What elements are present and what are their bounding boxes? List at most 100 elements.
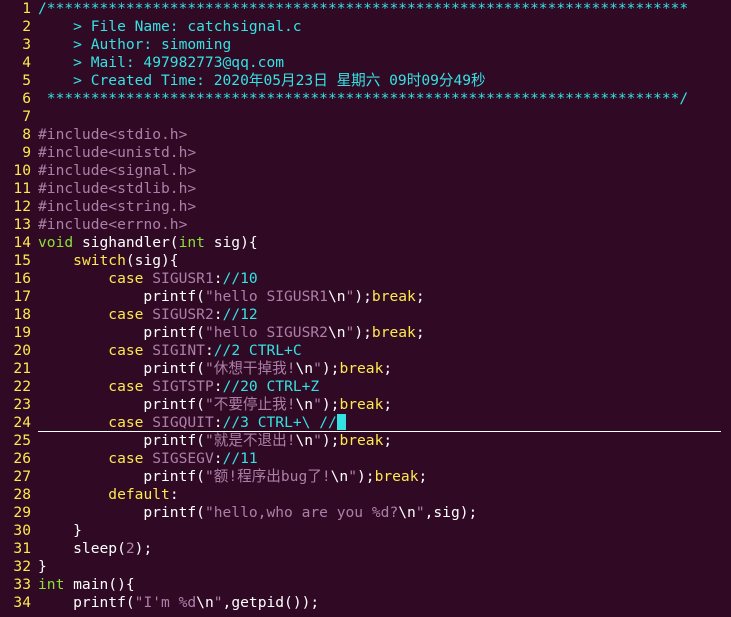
line-number: 15	[13, 252, 31, 269]
code-text[interactable]: printf("休想干掉我!\n");break;	[38, 360, 392, 378]
code-text[interactable]: > Mail: 497982773@qq.com	[38, 54, 284, 72]
token-normal: printf(	[38, 288, 205, 305]
token-statement: case	[108, 414, 144, 431]
code-line[interactable]: 31 sleep(2);	[0, 540, 731, 558]
code-line[interactable]: 29 printf("hello,who are you %d?\n",sig)…	[0, 504, 731, 522]
code-text[interactable]: void sighandler(int sig){	[38, 234, 258, 252]
code-line[interactable]: 2 > File Name: catchsignal.c	[0, 18, 731, 36]
code-line[interactable]: 3 > Author: simoming	[0, 36, 731, 54]
code-line[interactable]: 5 > Created Time: 2020年05月23日 星期六 09时09分…	[0, 72, 731, 90]
code-text[interactable]: printf("hello SIGUSR2\n");break;	[38, 324, 424, 342]
code-line[interactable]: 27 printf("额!程序出bug了!\n");break;	[0, 468, 731, 486]
code-line[interactable]: 16 case SIGUSR1://10	[0, 270, 731, 288]
line-number: 3	[22, 36, 31, 53]
line-number: 22	[13, 378, 31, 395]
code-line[interactable]: 12 #include<string.h>	[0, 198, 731, 216]
code-line[interactable]: 11 #include<stdlib.h>	[0, 180, 731, 198]
code-line[interactable]: 20 case SIGINT://2 CTRL+C	[0, 342, 731, 360]
code-line[interactable]: 34 printf("I'm %d\n",getpid());	[0, 594, 731, 612]
token-string: "额!程序出bug了!	[204, 468, 331, 485]
code-line[interactable]: 7	[0, 108, 731, 126]
code-line[interactable]: 24 case SIGQUIT://3 CTRL+\ //	[0, 414, 731, 432]
code-text[interactable]: printf("额!程序出bug了!\n");break;	[38, 468, 427, 486]
line-number: 5	[22, 72, 31, 89]
token-string: "不要停止我!	[204, 396, 296, 413]
code-line[interactable]: 19 printf("hello SIGUSR2\n");break;	[0, 324, 731, 342]
line-number: 11	[13, 180, 31, 197]
code-text[interactable]: default:	[38, 486, 179, 504]
code-text[interactable]: printf("hello,who are you %d?\n",sig);	[38, 504, 477, 522]
code-line[interactable]: 14 void sighandler(int sig){	[0, 234, 731, 252]
code-line[interactable]: 22 case SIGTSTP://20 CTRL+Z	[0, 378, 731, 396]
code-text[interactable]: case SIGSEGV://11	[38, 450, 257, 468]
code-line[interactable]: 1 /**************************************…	[0, 0, 731, 18]
code-text[interactable]: #include<string.h>	[38, 198, 196, 216]
code-line[interactable]: 21 printf("休想干掉我!\n");break;	[0, 360, 731, 378]
code-text[interactable]: case SIGUSR2://12	[38, 306, 257, 324]
token-string: <signal.h>	[108, 162, 197, 179]
code-text[interactable]: > Created Time: 2020年05月23日 星期六 09时09分49…	[38, 72, 486, 90]
code-line[interactable]: 32}	[0, 558, 731, 576]
code-line[interactable]: 28 default:	[0, 486, 731, 504]
code-text[interactable]: case SIGTSTP://20 CTRL+Z	[38, 378, 319, 396]
token-string: "	[345, 288, 355, 305]
code-text[interactable]: printf("I'm %d\n",getpid());	[38, 594, 319, 612]
code-text[interactable]: printf("hello SIGUSR1\n");break;	[38, 288, 424, 306]
line-number: 34	[13, 594, 31, 611]
code-text[interactable]: > Author: simoming	[38, 36, 231, 54]
code-text[interactable]: printf("不要停止我!\n");break;	[38, 396, 392, 414]
code-text[interactable]: > File Name: catchsignal.c	[38, 18, 301, 36]
token-string: "hello SIGUSR2	[204, 324, 328, 341]
token-normal: :	[169, 486, 179, 503]
code-line[interactable]: 18 case SIGUSR2://12	[0, 306, 731, 324]
token-normal: );	[354, 288, 372, 305]
code-line[interactable]: 25 printf("就是不退出!\n");break;	[0, 432, 731, 450]
token-normal: \n	[196, 594, 214, 611]
code-text[interactable]: ****************************************…	[38, 90, 688, 108]
code-text[interactable]: int main(){	[38, 576, 135, 594]
token-string: "	[345, 324, 355, 341]
code-line[interactable]: 6 **************************************…	[0, 90, 731, 108]
line-number: 10	[13, 162, 31, 179]
code-line[interactable]: 15 switch(sig){	[0, 252, 731, 270]
token-normal: :	[204, 342, 214, 359]
code-text[interactable]: }	[38, 558, 47, 576]
code-line[interactable]: 26 case SIGSEGV://11	[0, 450, 731, 468]
code-line[interactable]: 33 int main(){	[0, 576, 731, 594]
line-number: 4	[22, 54, 31, 71]
code-text[interactable]: case SIGINT://2 CTRL+C	[38, 342, 301, 360]
code-text[interactable]: }	[38, 522, 82, 540]
token-normal: \n	[327, 288, 346, 305]
token-normal	[38, 486, 108, 503]
code-line[interactable]: 17 printf("hello SIGUSR1\n");break;	[0, 288, 731, 306]
line-number: 29	[13, 504, 31, 521]
token-string: "休想干掉我!	[204, 360, 296, 377]
code-line[interactable]: 13 #include<errno.h>	[0, 216, 731, 234]
token-normal	[38, 342, 108, 359]
vim-editor[interactable]: 1 /**************************************…	[0, 0, 731, 617]
token-statement: break	[339, 432, 384, 449]
token-constant: SIGTSTP	[152, 378, 214, 395]
code-text[interactable]: switch(sig){	[38, 252, 178, 270]
code-line[interactable]: 23 printf("不要停止我!\n");break;	[0, 396, 731, 414]
code-text[interactable]: sleep(2);	[38, 540, 152, 558]
token-string: "hello,who are you %d?	[204, 504, 399, 521]
code-text[interactable]: case SIGUSR1://10	[38, 270, 257, 288]
code-text[interactable]: #include<unistd.h>	[38, 144, 196, 162]
token-constant: SIGUSR1	[152, 270, 214, 287]
code-text[interactable]: /***************************************…	[38, 0, 688, 18]
code-text[interactable]: #include<errno.h>	[38, 216, 187, 234]
code-text[interactable]: #include<stdlib.h>	[38, 180, 196, 198]
code-text[interactable]: #include<signal.h>	[38, 162, 196, 180]
code-text[interactable]: printf("就是不退出!\n");break;	[38, 432, 392, 450]
code-line[interactable]: 10 #include<signal.h>	[0, 162, 731, 180]
code-line[interactable]: 8 #include<stdio.h>	[0, 126, 731, 144]
code-line[interactable]: 9 #include<unistd.h>	[0, 144, 731, 162]
token-string: "	[213, 594, 223, 611]
token-string: "	[415, 504, 425, 521]
code-line[interactable]: 30 }	[0, 522, 731, 540]
code-line[interactable]: 4 > Mail: 497982773@qq.com	[0, 54, 731, 72]
line-number: 25	[13, 432, 31, 449]
code-text[interactable]: case SIGQUIT://3 CTRL+\ //	[38, 414, 346, 432]
code-text[interactable]: #include<stdio.h>	[38, 126, 187, 144]
